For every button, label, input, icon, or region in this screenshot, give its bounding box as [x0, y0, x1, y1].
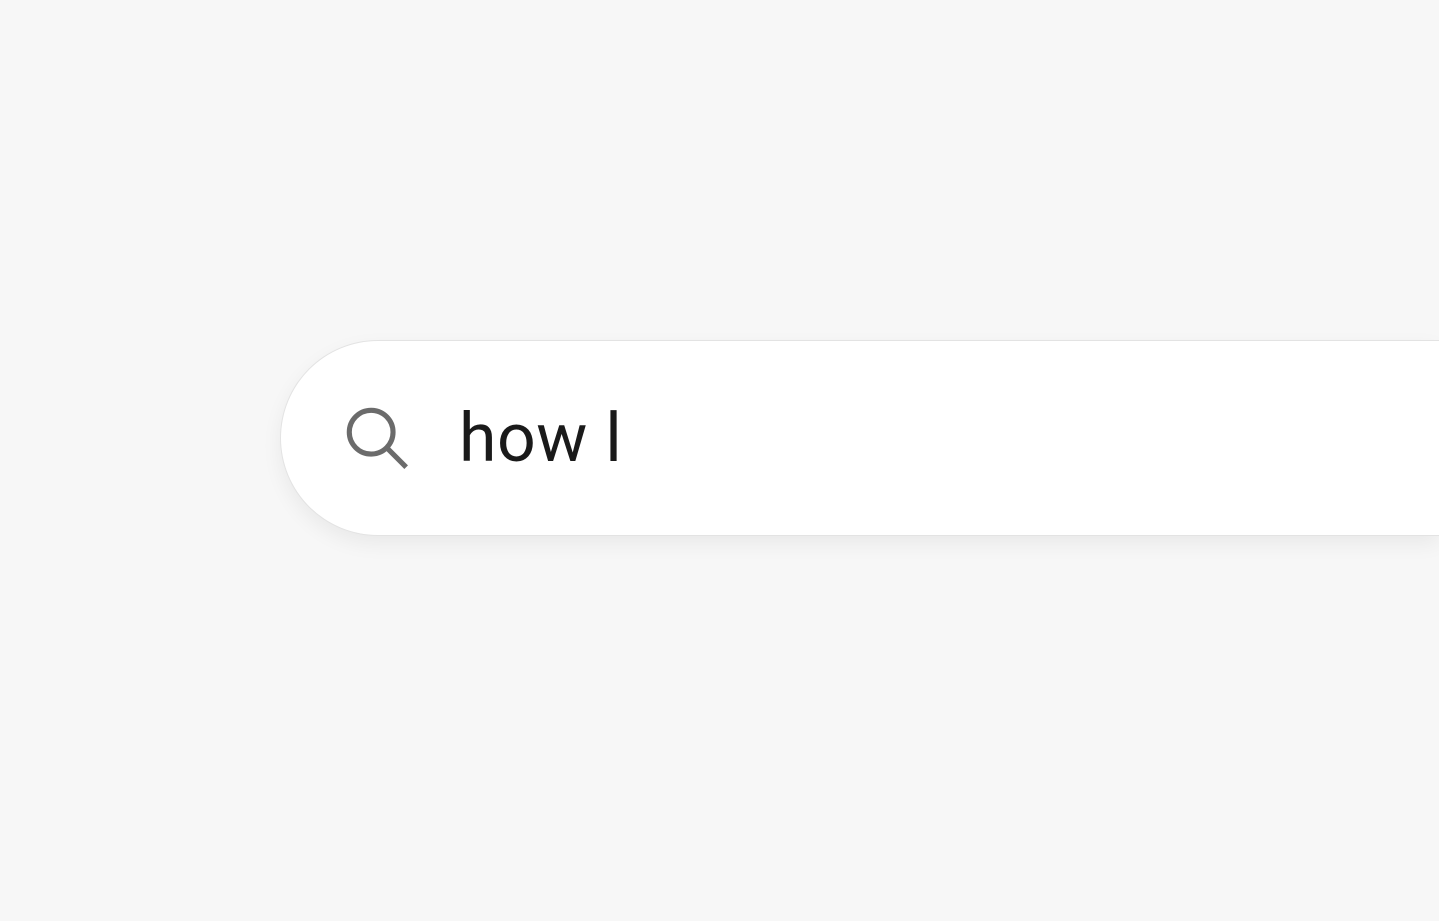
search-icon [341, 402, 413, 474]
search-input[interactable] [459, 398, 1439, 478]
search-bar[interactable] [280, 340, 1439, 536]
